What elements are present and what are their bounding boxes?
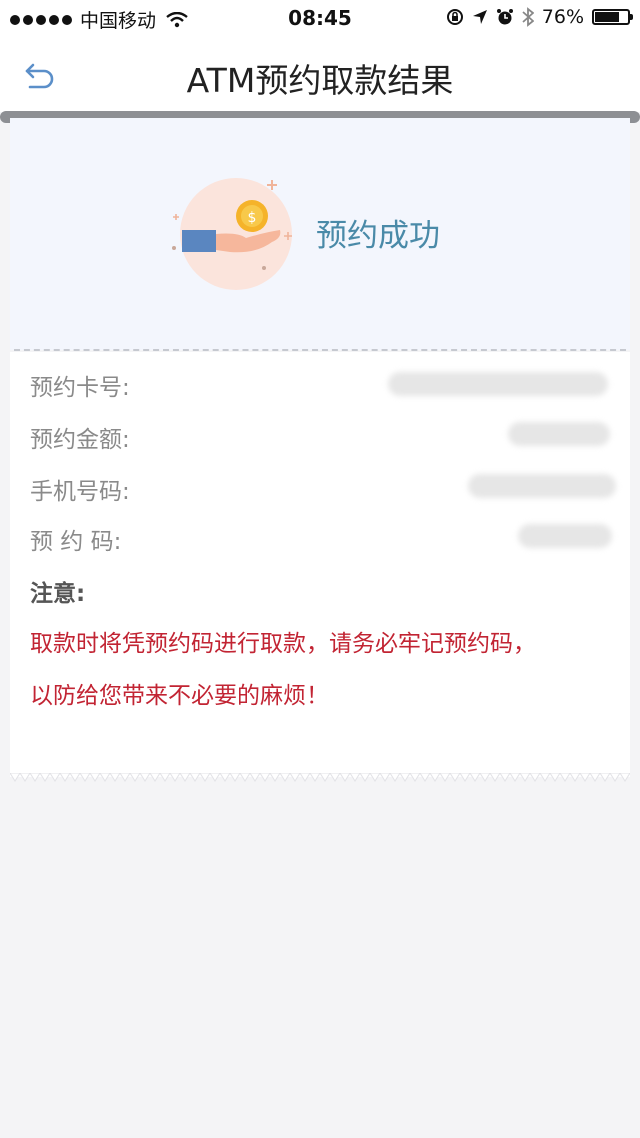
card-number-label: 预约卡号:: [30, 375, 130, 401]
notice-line-1: 取款时将凭预约码进行取款，请务必牢记预约码，: [30, 631, 536, 657]
result-header-card: $ 预约成功: [10, 118, 630, 350]
phone-value: [468, 474, 616, 498]
notice-line-2: 以防给您带来不必要的麻烦！: [30, 683, 329, 709]
amount-value: [508, 422, 610, 446]
notice-title: 注意:: [30, 581, 86, 607]
alarm-icon: [496, 9, 513, 25]
reservation-code-value: [518, 524, 612, 548]
status-right: 76%: [446, 6, 633, 28]
card-number-value: [388, 372, 608, 396]
svg-text:$: $: [248, 210, 257, 226]
bluetooth-icon: [522, 7, 534, 27]
amount-label: 预约金额:: [30, 427, 130, 453]
nav-bar: ATM预约取款结果: [0, 36, 640, 112]
success-message: 预约成功: [316, 218, 440, 254]
receipt-zigzag-edge: [10, 773, 630, 782]
dashed-divider: [14, 349, 626, 351]
page-title: ATM预约取款结果: [186, 61, 454, 100]
coin-in-hand-icon: $: [172, 178, 292, 290]
status-bar: 中国移动 08:45 76%: [0, 0, 640, 36]
reservation-code-label: 预 约 码:: [30, 529, 122, 555]
rotation-lock-icon: [446, 9, 463, 25]
phone-label: 手机号码:: [30, 479, 130, 505]
reservation-details-card: 预约卡号: 预约金额: 手机号码: 预 约 码: 注意: 取款时将凭预约码进行取…: [10, 352, 630, 777]
battery-level: [595, 12, 620, 22]
location-arrow-icon: [472, 10, 487, 24]
battery-percent: 76%: [541, 6, 584, 28]
battery-icon: [592, 9, 633, 25]
